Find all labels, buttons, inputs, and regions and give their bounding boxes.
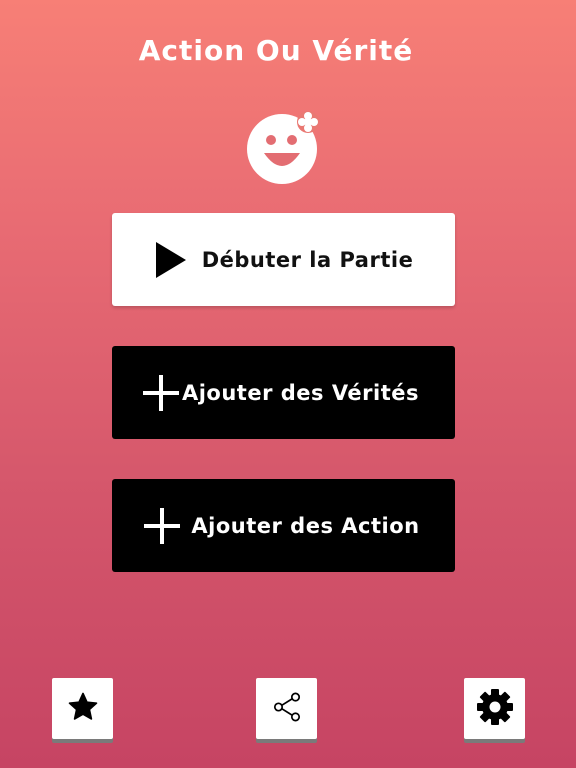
add-truths-button[interactable]: Ajouter des Vérités bbox=[112, 346, 455, 439]
add-actions-label: Ajouter des Action bbox=[191, 513, 420, 538]
gear-icon bbox=[475, 687, 515, 731]
smiley-face-icon bbox=[247, 111, 323, 187]
start-game-label: Débuter la Partie bbox=[201, 247, 414, 272]
settings-button[interactable] bbox=[464, 678, 525, 739]
plus-icon bbox=[142, 374, 180, 412]
play-icon bbox=[154, 241, 188, 279]
favorites-button[interactable] bbox=[52, 678, 113, 739]
start-game-button[interactable]: Débuter la Partie bbox=[112, 213, 455, 306]
share-icon bbox=[270, 690, 304, 728]
share-button[interactable] bbox=[256, 678, 317, 739]
add-truths-label: Ajouter des Vérités bbox=[181, 380, 420, 405]
add-actions-button[interactable]: Ajouter des Action bbox=[112, 479, 455, 572]
app-title: Action Ou Vérité bbox=[138, 34, 414, 67]
star-icon bbox=[66, 690, 100, 728]
plus-icon bbox=[143, 507, 181, 545]
